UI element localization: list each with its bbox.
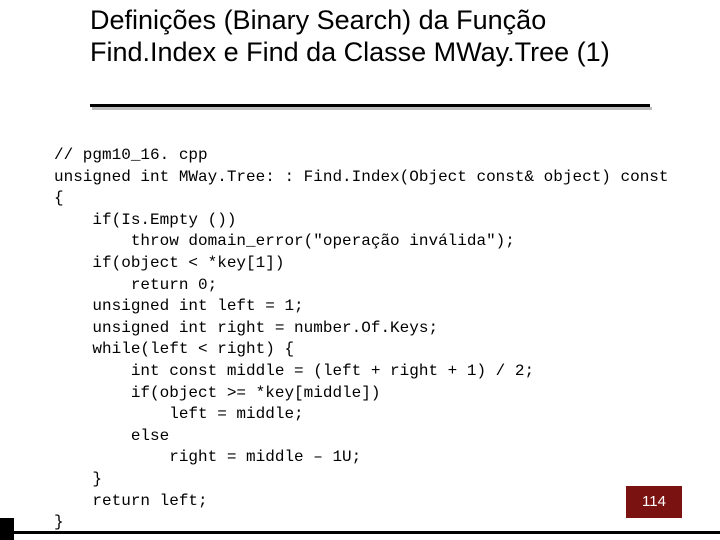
- footer-line: [14, 531, 720, 534]
- title-block: Definições (Binary Search) da Função Fin…: [90, 4, 650, 69]
- page-number-box: 114: [626, 486, 682, 518]
- page-number: 114: [626, 486, 682, 518]
- slide-title: Definições (Binary Search) da Função Fin…: [90, 4, 650, 69]
- title-underline-shadow: [92, 107, 652, 110]
- code-block: // pgm10_16. cpp unsigned int MWay.Tree:…: [54, 145, 694, 534]
- slide: Definições (Binary Search) da Função Fin…: [0, 0, 720, 540]
- footer-notch: [0, 518, 14, 540]
